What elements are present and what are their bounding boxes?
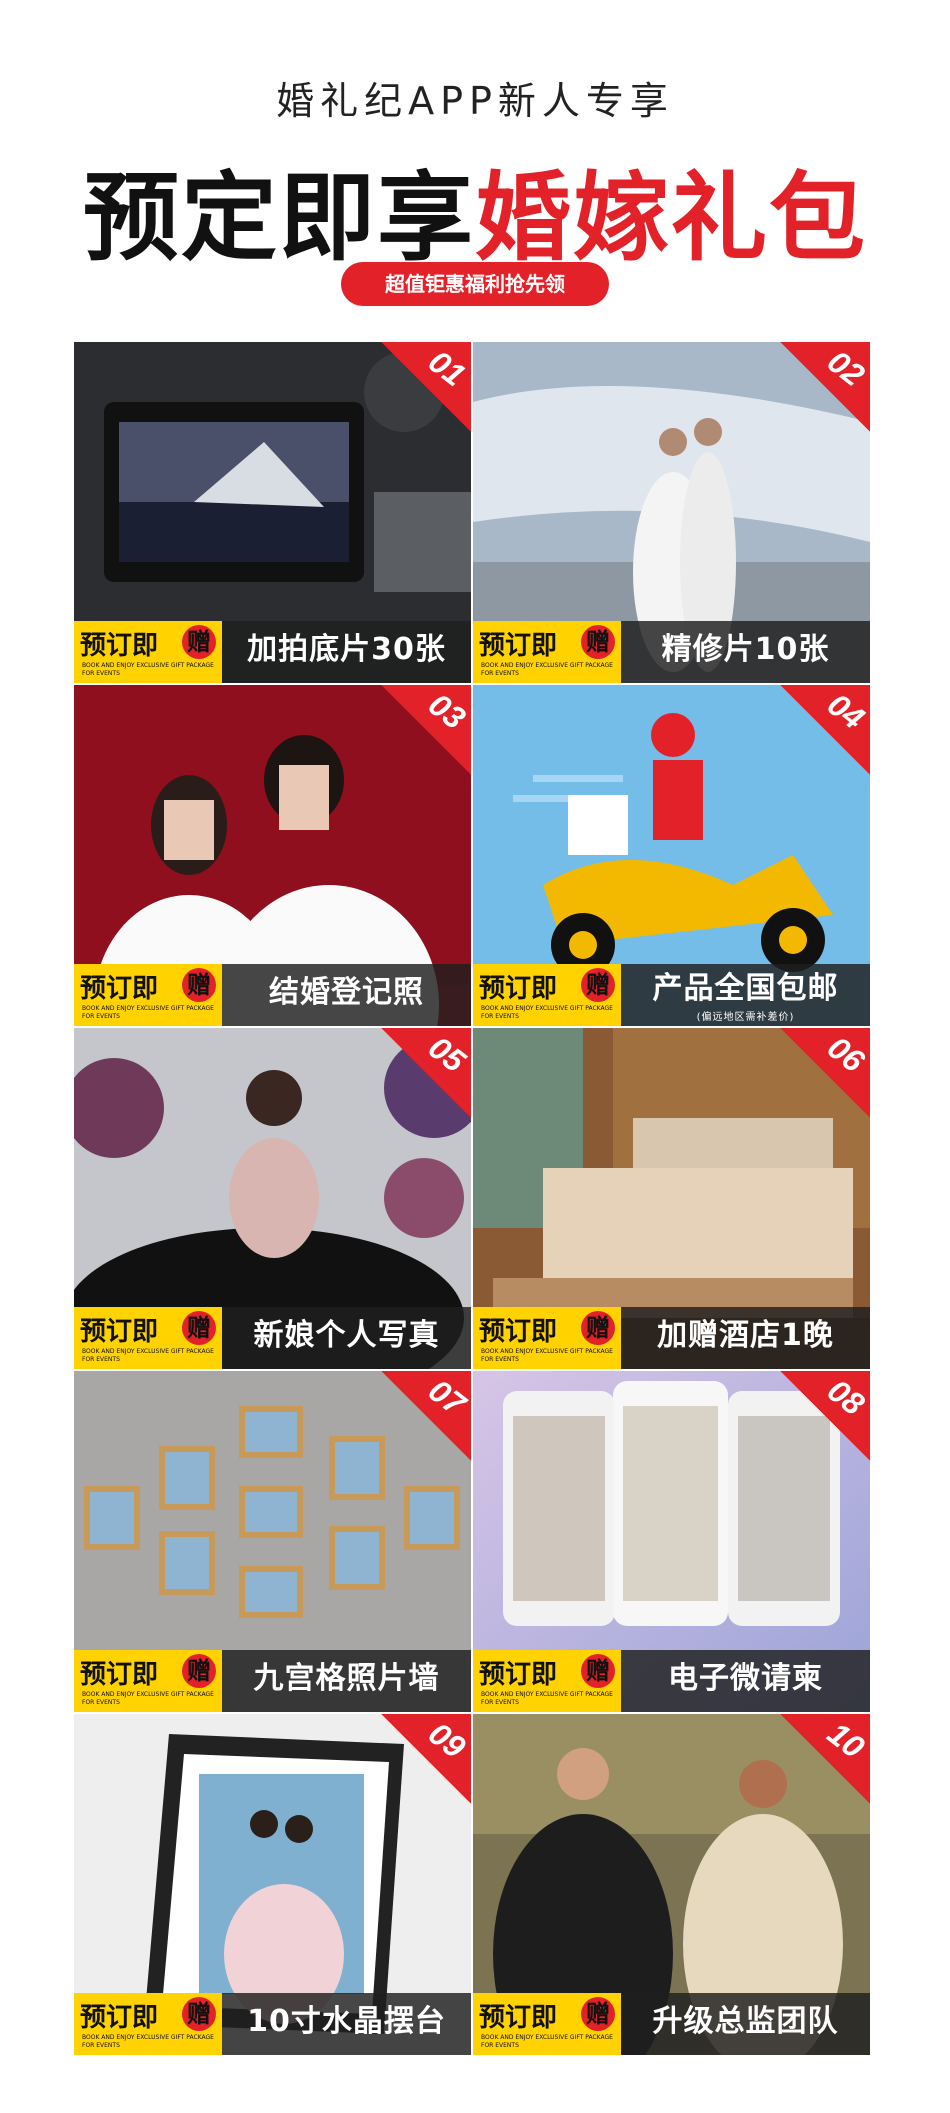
gift-card-02[interactable]: 02 预订即赠 BOOK AND ENJOY EXCLUSIVE GIFT PAC…: [473, 342, 870, 683]
number-badge: 05: [381, 1028, 471, 1118]
gift-label: 精修片10张: [621, 621, 870, 683]
promo-pill: 超值钜惠福利抢先领: [341, 262, 609, 306]
gift-label: 加赠酒店1晚: [621, 1307, 870, 1369]
gift-label: 加拍底片30张: [222, 621, 471, 683]
gift-card-03[interactable]: 03 预订即赠 BOOK AND ENJOY EXCLUSIVE GIFT PAC…: [74, 685, 471, 1026]
gift-label: 电子微请柬: [621, 1650, 870, 1712]
number-badge: 08: [780, 1371, 870, 1461]
gift-banner: 预订即赠 BOOK AND ENJOY EXCLUSIVE GIFT PACKAG…: [74, 621, 471, 683]
gift-grid: 01 预订即赠 BOOK AND ENJOY EXCLUSIVE GIFT PAC…: [74, 342, 870, 2055]
gift-banner: 预订即赠 BOOK AND ENJOY EXCLUSIVE GIFT PACKAG…: [473, 1993, 870, 2055]
gift-banner: 预订即赠 BOOK AND ENJOY EXCLUSIVE GIFT PACKAG…: [473, 1650, 870, 1712]
number-badge: 06: [780, 1028, 870, 1118]
gift-card-05[interactable]: 05 预订即赠 BOOK AND ENJOY EXCLUSIVE GIFT PAC…: [74, 1028, 471, 1369]
gift-label: 结婚登记照: [222, 964, 471, 1026]
gift-card-01[interactable]: 01 预订即赠 BOOK AND ENJOY EXCLUSIVE GIFT PAC…: [74, 342, 471, 683]
subtitle: 婚礼纪APP新人专享: [276, 79, 674, 123]
gift-banner: 预订即赠 BOOK AND ENJOY EXCLUSIVE GIFT PACKAG…: [74, 1650, 471, 1712]
headline: 预定即享婚嫁礼包: [0, 140, 950, 279]
headline-black: 预定即享: [83, 162, 475, 274]
gift-label: 产品全国包邮 (偏远地区需补差价): [621, 964, 870, 1026]
number-badge: 09: [381, 1714, 471, 1804]
gift-card-04[interactable]: 04 预订即赠 BOOK AND ENJOY EXCLUSIVE GIFT PAC…: [473, 685, 870, 1026]
gift-label: 10寸水晶摆台: [222, 1993, 471, 2055]
gift-banner: 预订即赠 BOOK AND ENJOY EXCLUSIVE GIFT PACKAG…: [74, 964, 471, 1026]
gift-card-08[interactable]: 08 预订即赠 BOOK AND ENJOY EXCLUSIVE GIFT PAC…: [473, 1371, 870, 1712]
gift-banner: 预订即赠 BOOK AND ENJOY EXCLUSIVE GIFT PACKAG…: [473, 1307, 870, 1369]
gift-note: (偏远地区需补差价): [696, 1012, 795, 1023]
gift-banner: 预订即赠 BOOK AND ENJOY EXCLUSIVE GIFT PACKAG…: [74, 1993, 471, 2055]
gift-card-07[interactable]: 07 预订即赠 BOOK AND ENJOY EXCLUSIVE GIFT PAC…: [74, 1371, 471, 1712]
gift-card-06[interactable]: 06 预订即赠 BOOK AND ENJOY EXCLUSIVE GIFT PAC…: [473, 1028, 870, 1369]
number-badge: 04: [780, 685, 870, 775]
gift-banner: 预订即赠 BOOK AND ENJOY EXCLUSIVE GIFT PACKAG…: [74, 1307, 471, 1369]
headline-red: 婚嫁礼包: [475, 162, 867, 274]
gift-card-10[interactable]: 10 预订即赠 BOOK AND ENJOY EXCLUSIVE GIFT PAC…: [473, 1714, 870, 2055]
number-badge: 10: [780, 1714, 870, 1804]
number-badge: 07: [381, 1371, 471, 1461]
gift-banner: 预订即赠 BOOK AND ENJOY EXCLUSIVE GIFT PACKAG…: [473, 964, 870, 1026]
gift-banner: 预订即赠 BOOK AND ENJOY EXCLUSIVE GIFT PACKAG…: [473, 621, 870, 683]
number-badge: 01: [381, 342, 471, 432]
gift-card-09[interactable]: 09 预订即赠 BOOK AND ENJOY EXCLUSIVE GIFT PAC…: [74, 1714, 471, 2055]
number-badge: 03: [381, 685, 471, 775]
gift-label: 新娘个人写真: [222, 1307, 471, 1369]
gift-label: 九宫格照片墙: [222, 1650, 471, 1712]
gift-label: 升级总监团队: [621, 1993, 870, 2055]
number-badge: 02: [780, 342, 870, 432]
